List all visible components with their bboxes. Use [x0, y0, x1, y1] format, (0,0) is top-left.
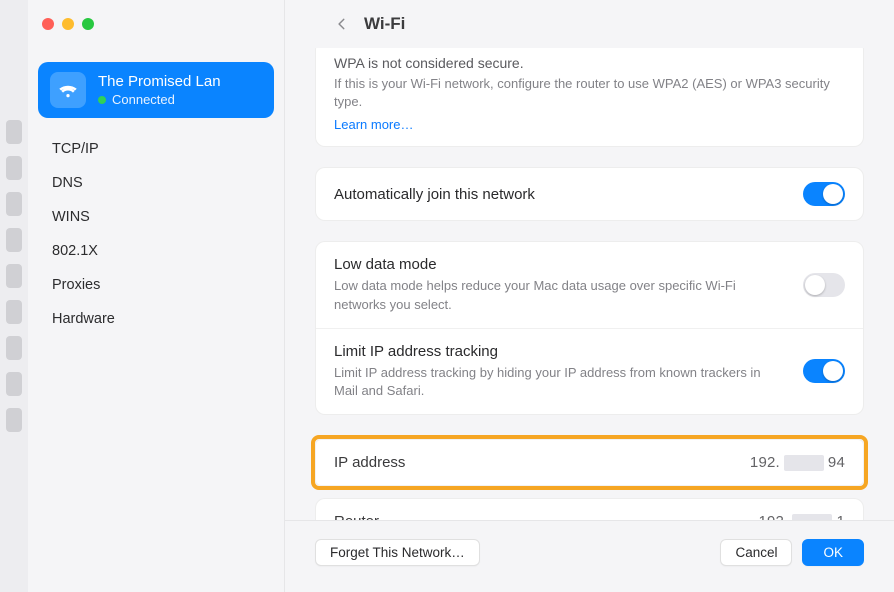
status-dot-icon — [98, 96, 106, 104]
redacted-icon — [784, 455, 824, 471]
router-section: Router 192.1 — [315, 498, 864, 522]
learn-more-link[interactable]: Learn more… — [334, 117, 845, 132]
network-status: Connected — [112, 92, 175, 107]
low-data-label: Low data mode — [334, 256, 787, 273]
auto-join-toggle[interactable] — [803, 182, 845, 206]
data-section: Low data mode Low data mode helps reduce… — [315, 241, 864, 415]
main-content: WPA is not considered secure. If this is… — [285, 48, 894, 592]
footer: Forget This Network… Cancel OK — [285, 520, 894, 592]
zoom-window-icon[interactable] — [82, 18, 94, 30]
ip-address-value: 192.94 — [750, 454, 845, 471]
limit-ip-detail: Limit IP address tracking by hiding your… — [334, 364, 787, 400]
forget-network-button[interactable]: Forget This Network… — [315, 539, 480, 566]
wifi-icon — [50, 72, 86, 108]
titlebar: Wi-Fi — [0, 0, 894, 48]
sidebar-item-wins[interactable]: WINS — [42, 200, 270, 234]
low-data-detail: Low data mode helps reduce your Mac data… — [334, 277, 787, 313]
window-controls[interactable] — [42, 18, 94, 30]
security-section: WPA is not considered secure. If this is… — [315, 48, 864, 147]
sidebar-list: TCP/IP DNS WINS 802.1X Proxies Hardware — [38, 128, 274, 340]
security-detail: If this is your Wi-Fi network, configure… — [334, 75, 845, 111]
chevron-left-icon — [335, 17, 349, 31]
background-app-strip — [0, 0, 28, 592]
limit-ip-label: Limit IP address tracking — [334, 343, 787, 360]
sidebar-item-8021x[interactable]: 802.1X — [42, 234, 270, 268]
back-button[interactable] — [330, 12, 354, 36]
sidebar-item-tcpip[interactable]: TCP/IP — [42, 132, 270, 166]
security-warning: WPA is not considered secure. — [334, 55, 845, 71]
ok-button[interactable]: OK — [802, 539, 864, 566]
ip-address-label: IP address — [334, 454, 405, 471]
sidebar-item-hardware[interactable]: Hardware — [42, 302, 270, 336]
sidebar: The Promised Lan Connected TCP/IP DNS WI… — [28, 48, 284, 592]
sidebar-item-proxies[interactable]: Proxies — [42, 268, 270, 302]
current-network-card[interactable]: The Promised Lan Connected — [38, 62, 274, 118]
limit-ip-toggle[interactable] — [803, 359, 845, 383]
auto-join-section: Automatically join this network — [315, 167, 864, 221]
page-title: Wi-Fi — [364, 14, 405, 34]
cancel-button[interactable]: Cancel — [720, 539, 792, 566]
network-name: The Promised Lan — [98, 73, 221, 90]
auto-join-label: Automatically join this network — [334, 186, 535, 203]
sidebar-item-dns[interactable]: DNS — [42, 166, 270, 200]
minimize-window-icon[interactable] — [62, 18, 74, 30]
low-data-toggle[interactable] — [803, 273, 845, 297]
close-window-icon[interactable] — [42, 18, 54, 30]
ip-highlight-box: IP address 192.94 — [311, 435, 868, 490]
